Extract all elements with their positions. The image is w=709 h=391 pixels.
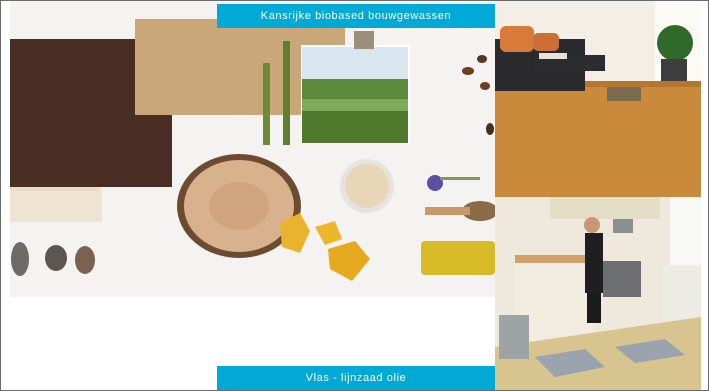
living-room-image [495, 1, 701, 197]
slide-frame: Kansrijke biobased bouwgewassen Vlas - l… [0, 0, 709, 391]
top-banner: Kansrijke biobased bouwgewassen [217, 4, 495, 28]
materials-collage-image [10, 1, 495, 297]
bottom-banner: Vlas - lijnzaad olie [217, 366, 495, 390]
kitchen-image [495, 197, 701, 390]
